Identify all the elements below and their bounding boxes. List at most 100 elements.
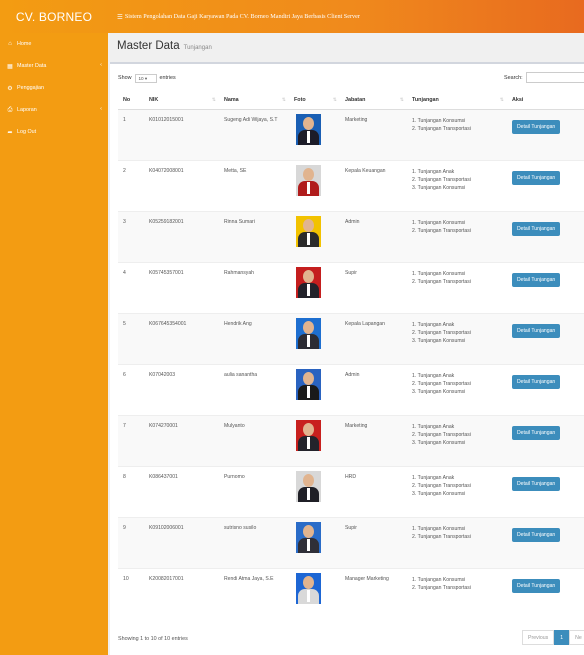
cell-foto: [289, 414, 340, 466]
cell-aksi: Detail Tunjangan: [507, 567, 584, 619]
tunjangan-item: 1. Tunjangan Konsumsi: [412, 270, 466, 277]
cell-jabatan-text: Admin: [345, 371, 360, 378]
cell-jabatan-text: Supir: [345, 269, 357, 276]
photo-shirt: [307, 436, 310, 449]
tunjangan-item: 2. Tunjangan Transportasi: [412, 176, 471, 183]
sidebar-item-penggajian[interactable]: ⚙ Penggajian: [0, 77, 108, 99]
cell-no: 8: [118, 465, 144, 517]
tunjangan-item: 1. Tunjangan Anak: [412, 168, 455, 175]
cell-no-text: 6: [123, 371, 126, 378]
sidebar-item-home[interactable]: ⌂ Home: [0, 33, 108, 55]
cell-jabatan-text: HRD: [345, 473, 357, 480]
cell-nama: sutrisno susilo: [219, 516, 289, 568]
cell-no: 7: [118, 414, 144, 466]
column-header-nik[interactable]: NIK ⇅: [144, 92, 219, 110]
detail-tunjangan-button[interactable]: Detail Tunjangan: [512, 323, 561, 338]
employee-photo: [296, 317, 321, 349]
entries-select[interactable]: 10 ▾: [134, 73, 157, 83]
cell-tunjangan: 1. Tunjangan Anak 2. Tunjangan Transporta…: [407, 159, 507, 211]
table-header-row: No NIK ⇅ Nama ⇅ Foto ⇅ Jabatan ⇅ Tunjangan ⇅ Aksi: [118, 92, 584, 110]
sidebar-item-label: Master Data: [17, 63, 47, 69]
cell-jabatan: Admin: [340, 363, 407, 415]
cell-jabatan: Supir: [340, 261, 407, 313]
cell-nik: K09102006001: [144, 516, 219, 568]
cell-jabatan: Admin: [340, 210, 407, 262]
photo-head: [303, 269, 314, 283]
detail-tunjangan-button[interactable]: Detail Tunjangan: [512, 221, 561, 236]
cell-foto: [289, 261, 340, 313]
brand-logo[interactable]: CV. BORNEO: [0, 0, 108, 33]
detail-tunjangan-button[interactable]: Detail Tunjangan: [512, 374, 561, 389]
cell-nik-text: K04072008001: [149, 167, 184, 174]
tunjangan-item: 2. Tunjangan Transportasi: [412, 227, 471, 234]
column-header-foto[interactable]: Foto ⇅: [289, 92, 340, 110]
detail-tunjangan-button[interactable]: Detail Tunjangan: [512, 578, 561, 593]
cell-nama-text: sutrisno susilo: [224, 524, 257, 531]
table-row: 10 K20082017001 Rendi Atma Jaya, S.E Manage…: [118, 567, 584, 619]
page-1-button[interactable]: 1: [554, 630, 570, 645]
cell-nik: K086437001: [144, 465, 219, 517]
photo-head: [303, 524, 314, 538]
cell-jabatan-text: Marketing: [345, 116, 368, 123]
sidebar-item-log-out[interactable]: ➦ Log Out: [0, 121, 108, 143]
cell-jabatan-text: Admin: [345, 218, 360, 225]
cell-nama: Purnomo: [219, 465, 289, 517]
photo-shirt: [307, 538, 310, 551]
tunjangan-item: 1. Tunjangan Konsumsi: [412, 525, 466, 532]
table-body: 1 K01012015001 Sugeng Adi Wijaya, S.T Marke…: [118, 108, 584, 619]
column-header-nama[interactable]: Nama ⇅: [219, 92, 289, 110]
column-header-aksi[interactable]: Aksi: [507, 92, 584, 110]
tunjangan-item: 2. Tunjangan Transportasi: [412, 380, 471, 387]
menu-toggle-icon[interactable]: ☰: [117, 13, 123, 21]
tunjangan-item: 3. Tunjangan Konsumsi: [412, 337, 466, 344]
employee-photo: [296, 419, 321, 451]
tunjangan-item: 2. Tunjangan Transportasi: [412, 278, 471, 285]
tunjangan-item: 2. Tunjangan Transportasi: [412, 584, 471, 591]
cell-jabatan-text: Supir: [345, 524, 357, 531]
pagination: Previous 1 Ne: [522, 630, 584, 645]
sort-icon: ⇅: [281, 97, 286, 103]
table-row: 4 K05745357001 Rahmansyah Supir 1. Tunjangan…: [118, 261, 584, 313]
entries-label: entries: [159, 75, 176, 81]
table-row: 2 K04072008001 Metta, SE Kepala Keuangan 1. …: [118, 159, 584, 211]
detail-tunjangan-button[interactable]: Detail Tunjangan: [512, 119, 561, 134]
previous-button[interactable]: Previous: [522, 630, 555, 645]
cell-nama: Rendi Atma Jaya, S.E: [219, 567, 289, 619]
cell-jabatan-text: Marketing: [345, 422, 368, 429]
chevron-left-icon: ‹: [100, 62, 102, 68]
photo-head: [303, 116, 314, 130]
cell-jabatan-text: Kepala Lapangan: [345, 320, 385, 327]
detail-tunjangan-button[interactable]: Detail Tunjangan: [512, 170, 561, 185]
gear-icon: ⚙: [7, 85, 13, 92]
table-row: 7 K074270001 Mulyanto Marketing 1. Tunjangan…: [118, 414, 584, 466]
sidebar-item-master-data[interactable]: ▦ Master Data ‹: [0, 55, 108, 77]
column-label: Nama: [224, 97, 239, 104]
tunjangan-item: 3. Tunjangan Konsumsi: [412, 184, 466, 191]
cell-no: 4: [118, 261, 144, 313]
tunjangan-item: 2. Tunjangan Transportasi: [412, 482, 471, 489]
sort-icon: ⇅: [332, 97, 337, 103]
table-controls: Show 10 ▾ entries Search:: [118, 72, 584, 84]
detail-tunjangan-button[interactable]: Detail Tunjangan: [512, 425, 561, 440]
next-button[interactable]: Ne: [569, 630, 584, 645]
detail-tunjangan-button[interactable]: Detail Tunjangan: [512, 527, 561, 542]
sidebar-item-laporan[interactable]: ⎙ Laporan ‹: [0, 99, 108, 121]
column-label: NIK: [149, 97, 159, 104]
employee-photo: [296, 164, 321, 196]
cell-foto: [289, 210, 340, 262]
column-header-tunjangan[interactable]: Tunjangan ⇅: [407, 92, 507, 110]
cell-foto: [289, 516, 340, 568]
detail-tunjangan-button[interactable]: Detail Tunjangan: [512, 476, 561, 491]
column-header-no[interactable]: No: [118, 92, 144, 110]
detail-tunjangan-button[interactable]: Detail Tunjangan: [512, 272, 561, 287]
cell-tunjangan: 1. Tunjangan Konsumsi 2. Tunjangan Transp…: [407, 516, 507, 568]
cell-nik: K074270001: [144, 414, 219, 466]
search-label: Search:: [504, 74, 523, 81]
column-header-jabatan[interactable]: Jabatan ⇅: [340, 92, 407, 110]
sidebar-item-label: Log Out: [17, 129, 37, 135]
cell-nama: Metta, SE: [219, 159, 289, 211]
table-row: 6 K07042003 aulia sanantha Admin 1. Tunjanga…: [118, 363, 584, 415]
search-input[interactable]: [525, 72, 584, 83]
cell-tunjangan: 1. Tunjangan Anak 2. Tunjangan Transporta…: [407, 465, 507, 517]
sort-icon: ⇅: [211, 97, 216, 103]
